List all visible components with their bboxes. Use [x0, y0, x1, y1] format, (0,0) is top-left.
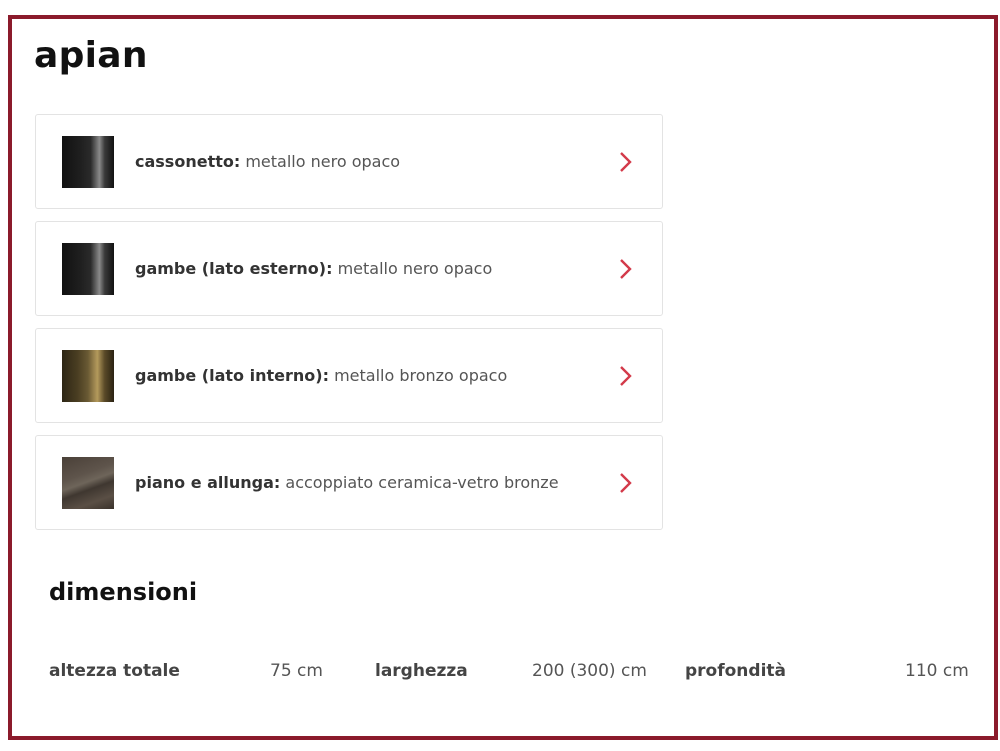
option-piano-allunga[interactable]: piano e allunga: accoppiato ceramica-vet… — [35, 435, 663, 530]
option-gambe-interno[interactable]: gambe (lato interno): metallo bronzo opa… — [35, 328, 663, 423]
option-label: piano e allunga: — [135, 473, 281, 492]
bronze-metal-swatch — [62, 350, 114, 402]
finish-options-list: cassonetto: metallo nero opaco gambe (la… — [35, 114, 663, 542]
dimension-label-larghezza: larghezza — [375, 661, 468, 681]
option-value: accoppiato ceramica-vetro bronze — [285, 473, 559, 492]
chevron-right-icon[interactable] — [619, 151, 633, 173]
option-value: metallo nero opaco — [245, 152, 401, 171]
dimensions-row: altezza totale 75 cm larghezza 200 (300)… — [12, 661, 994, 687]
product-title: apian — [34, 35, 148, 76]
option-label: gambe (lato interno): — [135, 366, 329, 385]
dimensions-heading: dimensioni — [49, 578, 198, 606]
option-text: cassonetto: metallo nero opaco — [135, 115, 400, 208]
chevron-right-icon[interactable] — [619, 472, 633, 494]
option-cassonetto[interactable]: cassonetto: metallo nero opaco — [35, 114, 663, 209]
chevron-right-icon[interactable] — [619, 258, 633, 280]
black-metal-swatch — [62, 136, 114, 188]
chevron-right-icon[interactable] — [619, 365, 633, 387]
page-frame: apian cassonetto: metallo nero opaco gam… — [8, 15, 998, 740]
dimension-value-profondita: 110 cm — [905, 661, 969, 681]
option-text: piano e allunga: accoppiato ceramica-vet… — [135, 436, 559, 529]
ceramic-glass-swatch — [62, 457, 114, 509]
option-value: metallo nero opaco — [337, 259, 493, 278]
option-text: gambe (lato interno): metallo bronzo opa… — [135, 329, 507, 422]
dimension-value-altezza: 75 cm — [270, 661, 323, 681]
black-metal-swatch — [62, 243, 114, 295]
option-gambe-esterno[interactable]: gambe (lato esterno): metallo nero opaco — [35, 221, 663, 316]
dimension-value-larghezza: 200 (300) cm — [532, 661, 647, 681]
option-label: cassonetto: — [135, 152, 241, 171]
option-value: metallo bronzo opaco — [334, 366, 508, 385]
dimension-label-altezza: altezza totale — [49, 661, 180, 681]
option-text: gambe (lato esterno): metallo nero opaco — [135, 222, 492, 315]
dimension-label-profondita: profondità — [685, 661, 787, 681]
option-label: gambe (lato esterno): — [135, 259, 333, 278]
